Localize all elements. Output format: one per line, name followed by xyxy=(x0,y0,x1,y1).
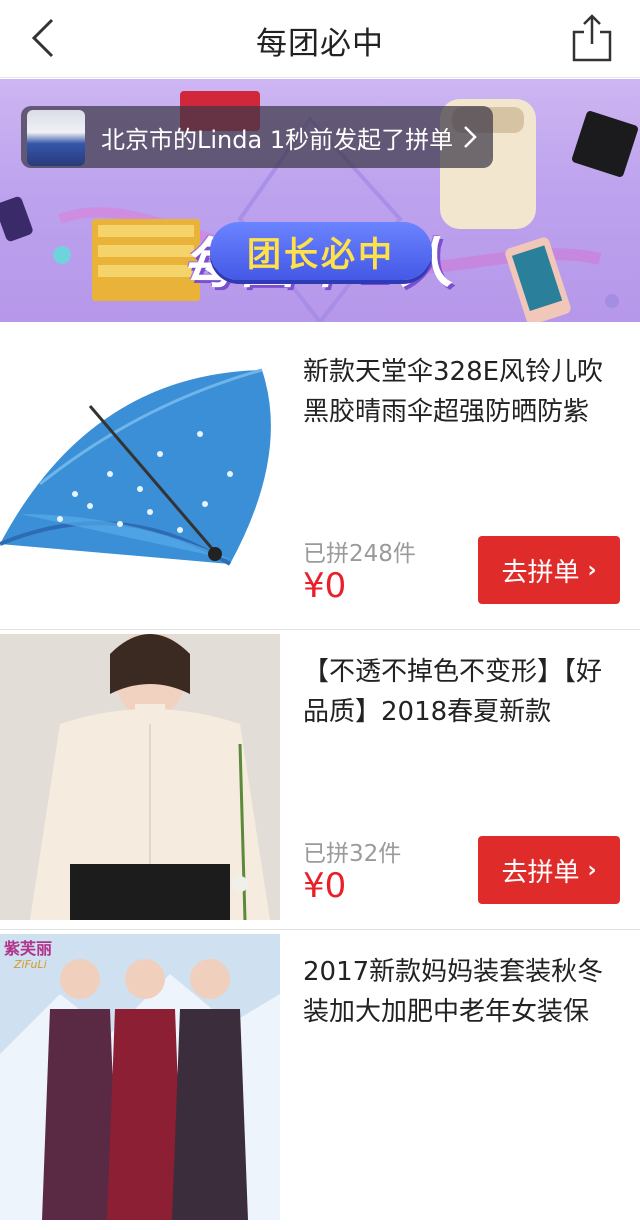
list-item[interactable]: 新款天堂伞328E风铃儿吹黑胶晴雨伞超强防晒防紫 已拼248件 ¥0 去拼单 › xyxy=(0,330,640,630)
join-group-button[interactable]: 去拼单 › xyxy=(478,836,620,904)
product-image-umbrella[interactable] xyxy=(0,334,280,620)
chevron-right-icon: › xyxy=(587,857,597,883)
banner-pill: 团长必中 xyxy=(210,222,432,280)
umbrella-icon xyxy=(0,334,280,620)
share-icon xyxy=(572,14,612,62)
sold-count: 已拼248件 xyxy=(303,541,416,567)
chevron-right-icon xyxy=(464,126,477,148)
notice-text: 北京市的Linda 1秒前发起了拼单 xyxy=(101,126,454,154)
page-title: 每团必中 xyxy=(256,26,384,62)
group-notice[interactable]: 北京市的Linda 1秒前发起了拼单 xyxy=(21,106,493,168)
product-image-jackets[interactable]: 紫芙丽 ZiFuLi xyxy=(0,934,280,1220)
promo-banner[interactable]: 每团中2人 团长必中 北京市的Linda 1秒前发起了拼单 xyxy=(0,79,640,322)
nav-header: 每团必中 xyxy=(0,0,640,78)
product-title[interactable]: 2017新款妈妈装套装秋冬装加大加肥中老年女装保 xyxy=(303,952,623,1032)
sold-count: 已拼32件 xyxy=(303,841,402,867)
price: ¥0 xyxy=(303,866,347,906)
list-item[interactable]: 紫芙丽 ZiFuLi 2017新款妈妈装套装秋冬装加大加肥中老年女装保 xyxy=(0,930,640,1230)
chevron-right-icon: › xyxy=(587,557,597,583)
join-group-label: 去拼单 xyxy=(501,857,580,888)
list-item[interactable]: 【不透不掉色不变形】【好品质】2018春夏新款 已拼32件 ¥0 去拼单 › xyxy=(0,630,640,930)
join-group-label: 去拼单 xyxy=(501,557,580,588)
share-button[interactable] xyxy=(570,12,614,64)
product-image-blouse[interactable] xyxy=(0,634,280,920)
jackets-icon: 紫芙丽 ZiFuLi xyxy=(0,934,280,1220)
product-title[interactable]: 【不透不掉色不变形】【好品质】2018春夏新款 xyxy=(303,652,623,732)
brand-logo-text: 紫芙丽 xyxy=(4,939,52,958)
product-title[interactable]: 新款天堂伞328E风铃儿吹黑胶晴雨伞超强防晒防紫 xyxy=(303,352,623,432)
svg-text:ZiFuLi: ZiFuLi xyxy=(13,958,47,971)
join-group-button[interactable]: 去拼单 › xyxy=(478,536,620,604)
price: ¥0 xyxy=(303,566,347,606)
blouse-icon xyxy=(0,634,280,920)
product-list: 新款天堂伞328E风铃儿吹黑胶晴雨伞超强防晒防紫 已拼248件 ¥0 去拼单 ›… xyxy=(0,330,640,1230)
avatar xyxy=(27,110,85,166)
